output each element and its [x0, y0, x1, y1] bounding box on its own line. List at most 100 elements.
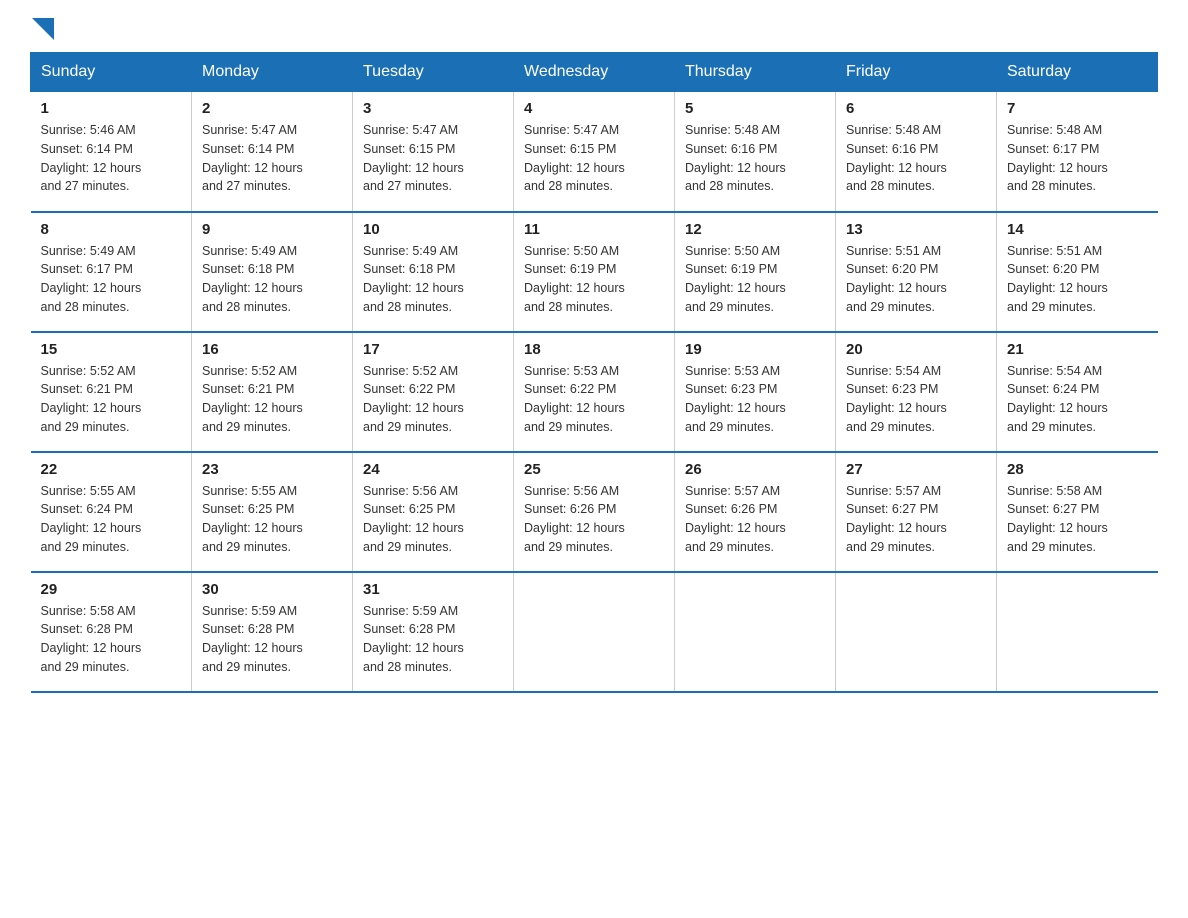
calendar-cell: 19 Sunrise: 5:53 AMSunset: 6:23 PMDaylig… — [675, 332, 836, 452]
day-number: 17 — [363, 341, 503, 358]
calendar-week-row: 1 Sunrise: 5:46 AMSunset: 6:14 PMDayligh… — [31, 92, 1158, 212]
day-number: 19 — [685, 341, 825, 358]
calendar-cell: 23 Sunrise: 5:55 AMSunset: 6:25 PMDaylig… — [192, 452, 353, 572]
calendar-cell: 8 Sunrise: 5:49 AMSunset: 6:17 PMDayligh… — [31, 212, 192, 332]
day-info: Sunrise: 5:50 AMSunset: 6:19 PMDaylight:… — [524, 244, 625, 314]
calendar-cell — [997, 572, 1158, 692]
day-number: 4 — [524, 100, 664, 117]
weekday-header-friday: Friday — [836, 53, 997, 92]
calendar-cell — [675, 572, 836, 692]
day-info: Sunrise: 5:58 AMSunset: 6:28 PMDaylight:… — [41, 604, 142, 674]
calendar-cell: 3 Sunrise: 5:47 AMSunset: 6:15 PMDayligh… — [353, 92, 514, 212]
day-info: Sunrise: 5:49 AMSunset: 6:17 PMDaylight:… — [41, 244, 142, 314]
calendar-cell: 27 Sunrise: 5:57 AMSunset: 6:27 PMDaylig… — [836, 452, 997, 572]
day-number: 10 — [363, 221, 503, 238]
calendar-cell: 2 Sunrise: 5:47 AMSunset: 6:14 PMDayligh… — [192, 92, 353, 212]
day-number: 3 — [363, 100, 503, 117]
day-info: Sunrise: 5:56 AMSunset: 6:25 PMDaylight:… — [363, 484, 464, 554]
day-number: 6 — [846, 100, 986, 117]
calendar-cell: 4 Sunrise: 5:47 AMSunset: 6:15 PMDayligh… — [514, 92, 675, 212]
calendar-cell — [514, 572, 675, 692]
day-number: 22 — [41, 461, 182, 478]
calendar-cell: 24 Sunrise: 5:56 AMSunset: 6:25 PMDaylig… — [353, 452, 514, 572]
day-info: Sunrise: 5:59 AMSunset: 6:28 PMDaylight:… — [202, 604, 303, 674]
day-number: 8 — [41, 221, 182, 238]
day-info: Sunrise: 5:56 AMSunset: 6:26 PMDaylight:… — [524, 484, 625, 554]
day-number: 13 — [846, 221, 986, 238]
calendar-cell: 10 Sunrise: 5:49 AMSunset: 6:18 PMDaylig… — [353, 212, 514, 332]
calendar-cell: 21 Sunrise: 5:54 AMSunset: 6:24 PMDaylig… — [997, 332, 1158, 452]
day-info: Sunrise: 5:48 AMSunset: 6:17 PMDaylight:… — [1007, 123, 1108, 193]
day-info: Sunrise: 5:53 AMSunset: 6:23 PMDaylight:… — [685, 364, 786, 434]
day-info: Sunrise: 5:49 AMSunset: 6:18 PMDaylight:… — [363, 244, 464, 314]
day-info: Sunrise: 5:52 AMSunset: 6:22 PMDaylight:… — [363, 364, 464, 434]
day-number: 25 — [524, 461, 664, 478]
calendar-cell: 28 Sunrise: 5:58 AMSunset: 6:27 PMDaylig… — [997, 452, 1158, 572]
day-number: 16 — [202, 341, 342, 358]
day-info: Sunrise: 5:50 AMSunset: 6:19 PMDaylight:… — [685, 244, 786, 314]
day-info: Sunrise: 5:58 AMSunset: 6:27 PMDaylight:… — [1007, 484, 1108, 554]
day-info: Sunrise: 5:52 AMSunset: 6:21 PMDaylight:… — [202, 364, 303, 434]
day-number: 12 — [685, 221, 825, 238]
day-info: Sunrise: 5:51 AMSunset: 6:20 PMDaylight:… — [846, 244, 947, 314]
calendar-cell: 25 Sunrise: 5:56 AMSunset: 6:26 PMDaylig… — [514, 452, 675, 572]
calendar-week-row: 29 Sunrise: 5:58 AMSunset: 6:28 PMDaylig… — [31, 572, 1158, 692]
day-info: Sunrise: 5:47 AMSunset: 6:14 PMDaylight:… — [202, 123, 303, 193]
calendar-cell: 22 Sunrise: 5:55 AMSunset: 6:24 PMDaylig… — [31, 452, 192, 572]
day-number: 30 — [202, 581, 342, 598]
day-info: Sunrise: 5:54 AMSunset: 6:24 PMDaylight:… — [1007, 364, 1108, 434]
day-number: 21 — [1007, 341, 1148, 358]
day-number: 28 — [1007, 461, 1148, 478]
day-info: Sunrise: 5:55 AMSunset: 6:24 PMDaylight:… — [41, 484, 142, 554]
weekday-header-monday: Monday — [192, 53, 353, 92]
day-number: 20 — [846, 341, 986, 358]
day-info: Sunrise: 5:59 AMSunset: 6:28 PMDaylight:… — [363, 604, 464, 674]
calendar-cell: 15 Sunrise: 5:52 AMSunset: 6:21 PMDaylig… — [31, 332, 192, 452]
weekday-header-thursday: Thursday — [675, 53, 836, 92]
calendar-cell: 30 Sunrise: 5:59 AMSunset: 6:28 PMDaylig… — [192, 572, 353, 692]
day-info: Sunrise: 5:57 AMSunset: 6:27 PMDaylight:… — [846, 484, 947, 554]
calendar-cell: 5 Sunrise: 5:48 AMSunset: 6:16 PMDayligh… — [675, 92, 836, 212]
day-info: Sunrise: 5:54 AMSunset: 6:23 PMDaylight:… — [846, 364, 947, 434]
day-info: Sunrise: 5:48 AMSunset: 6:16 PMDaylight:… — [685, 123, 786, 193]
calendar-cell: 7 Sunrise: 5:48 AMSunset: 6:17 PMDayligh… — [997, 92, 1158, 212]
day-number: 26 — [685, 461, 825, 478]
calendar-cell: 29 Sunrise: 5:58 AMSunset: 6:28 PMDaylig… — [31, 572, 192, 692]
day-number: 2 — [202, 100, 342, 117]
day-info: Sunrise: 5:47 AMSunset: 6:15 PMDaylight:… — [363, 123, 464, 193]
calendar-cell: 12 Sunrise: 5:50 AMSunset: 6:19 PMDaylig… — [675, 212, 836, 332]
calendar-cell — [836, 572, 997, 692]
weekday-header-row: SundayMondayTuesdayWednesdayThursdayFrid… — [31, 53, 1158, 92]
calendar-table: SundayMondayTuesdayWednesdayThursdayFrid… — [30, 52, 1158, 693]
day-number: 31 — [363, 581, 503, 598]
day-number: 5 — [685, 100, 825, 117]
weekday-header-tuesday: Tuesday — [353, 53, 514, 92]
calendar-cell: 11 Sunrise: 5:50 AMSunset: 6:19 PMDaylig… — [514, 212, 675, 332]
day-info: Sunrise: 5:52 AMSunset: 6:21 PMDaylight:… — [41, 364, 142, 434]
logo — [30, 20, 54, 42]
day-info: Sunrise: 5:47 AMSunset: 6:15 PMDaylight:… — [524, 123, 625, 193]
day-number: 27 — [846, 461, 986, 478]
day-number: 1 — [41, 100, 182, 117]
day-number: 7 — [1007, 100, 1148, 117]
day-number: 9 — [202, 221, 342, 238]
weekday-header-wednesday: Wednesday — [514, 53, 675, 92]
calendar-week-row: 22 Sunrise: 5:55 AMSunset: 6:24 PMDaylig… — [31, 452, 1158, 572]
calendar-cell: 14 Sunrise: 5:51 AMSunset: 6:20 PMDaylig… — [997, 212, 1158, 332]
calendar-cell: 31 Sunrise: 5:59 AMSunset: 6:28 PMDaylig… — [353, 572, 514, 692]
day-number: 14 — [1007, 221, 1148, 238]
calendar-cell: 9 Sunrise: 5:49 AMSunset: 6:18 PMDayligh… — [192, 212, 353, 332]
calendar-cell: 20 Sunrise: 5:54 AMSunset: 6:23 PMDaylig… — [836, 332, 997, 452]
day-info: Sunrise: 5:48 AMSunset: 6:16 PMDaylight:… — [846, 123, 947, 193]
day-info: Sunrise: 5:46 AMSunset: 6:14 PMDaylight:… — [41, 123, 142, 193]
calendar-cell: 18 Sunrise: 5:53 AMSunset: 6:22 PMDaylig… — [514, 332, 675, 452]
calendar-cell: 17 Sunrise: 5:52 AMSunset: 6:22 PMDaylig… — [353, 332, 514, 452]
calendar-cell: 16 Sunrise: 5:52 AMSunset: 6:21 PMDaylig… — [192, 332, 353, 452]
day-info: Sunrise: 5:57 AMSunset: 6:26 PMDaylight:… — [685, 484, 786, 554]
calendar-week-row: 15 Sunrise: 5:52 AMSunset: 6:21 PMDaylig… — [31, 332, 1158, 452]
day-number: 23 — [202, 461, 342, 478]
logo-arrow-icon — [32, 18, 54, 40]
day-number: 18 — [524, 341, 664, 358]
day-number: 29 — [41, 581, 182, 598]
calendar-cell: 26 Sunrise: 5:57 AMSunset: 6:26 PMDaylig… — [675, 452, 836, 572]
